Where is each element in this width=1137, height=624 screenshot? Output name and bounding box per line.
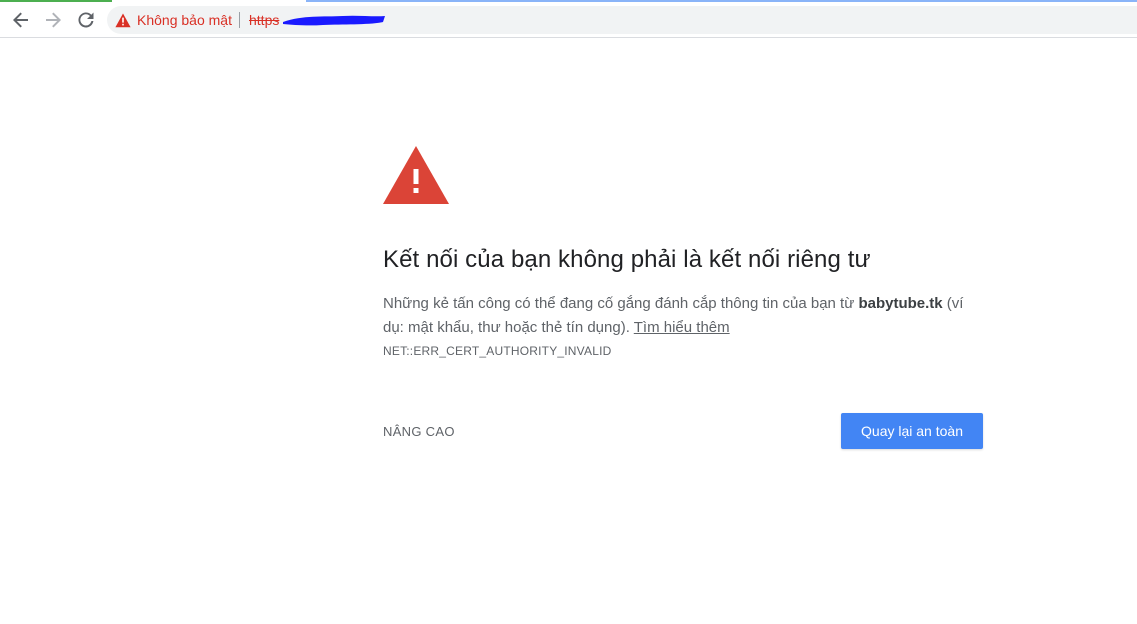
forward-button[interactable] — [40, 7, 66, 33]
browser-toolbar: Không bảo mật https — [0, 0, 1137, 38]
browser-window: Không bảo mật https Kết nối của bạn khôn… — [0, 0, 1137, 624]
site-domain: babytube.tk — [858, 295, 943, 312]
back-button[interactable] — [8, 7, 34, 33]
danger-triangle-icon — [383, 146, 449, 204]
omnibox-separator — [239, 12, 240, 28]
message-prefix: Những kẻ tấn công có thể đang cố gắng đá… — [383, 295, 859, 312]
error-code: NET::ERR_CERT_AUTHORITY_INVALID — [383, 344, 612, 358]
security-indicator[interactable]: Không bảo mật — [115, 6, 232, 34]
back-arrow-icon — [13, 12, 28, 28]
tab-strip-accent — [306, 0, 1137, 2]
forward-arrow-icon — [46, 12, 61, 28]
security-label: Không bảo mật — [137, 12, 232, 28]
reload-button[interactable] — [73, 7, 99, 33]
page-title: Kết nối của bạn không phải là kết nối ri… — [383, 246, 871, 273]
advanced-button[interactable]: NÂNG CAO — [383, 424, 455, 439]
warning-triangle-icon — [115, 12, 131, 28]
omnibox[interactable]: Không bảo mật https — [107, 6, 1137, 34]
url-text[interactable]: https — [249, 6, 279, 34]
load-progress-bar — [0, 0, 112, 2]
reload-icon — [78, 12, 94, 28]
redaction-scribble — [283, 15, 385, 26]
main-message: Những kẻ tấn công có thể đang cố gắng đá… — [383, 292, 983, 340]
back-to-safety-button[interactable]: Quay lại an toàn — [841, 413, 983, 449]
learn-more-link[interactable]: Tìm hiểu thêm — [634, 319, 730, 336]
